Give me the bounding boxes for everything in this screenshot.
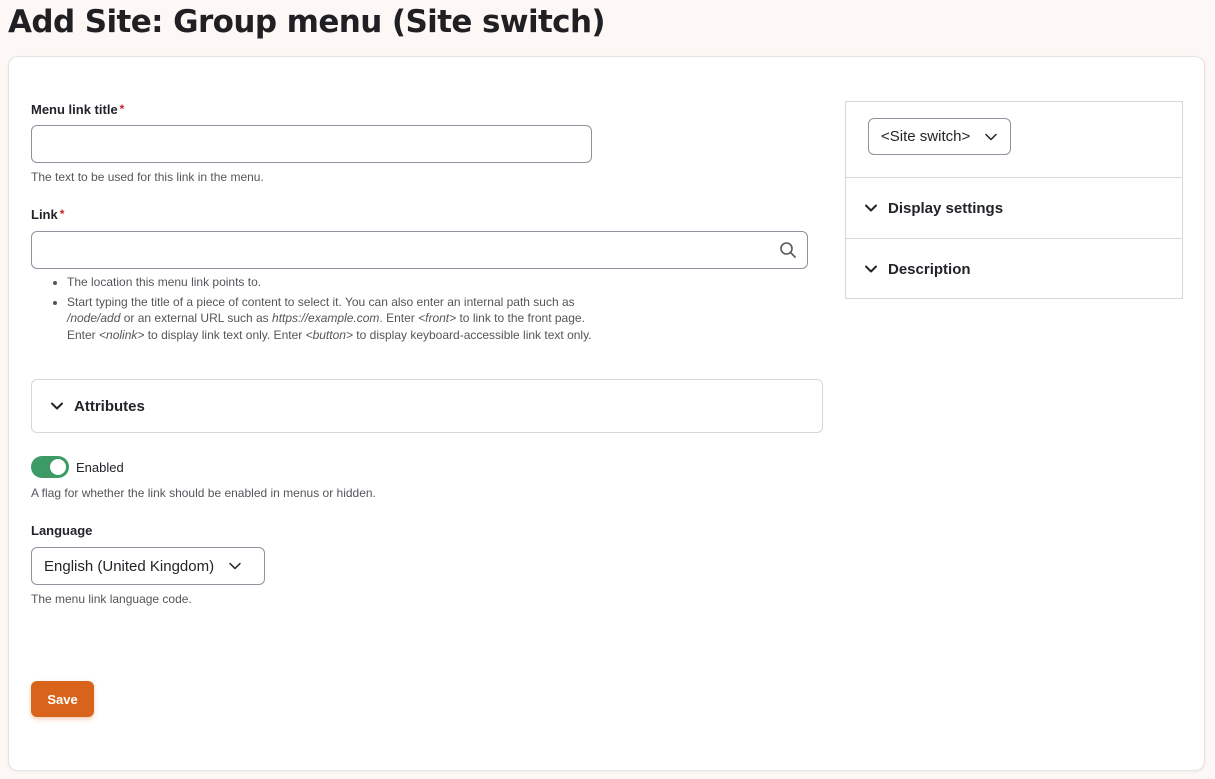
display-settings-summary[interactable]: Display settings [864, 178, 1003, 238]
chevron-down-icon [51, 402, 63, 410]
parent-menu-select[interactable]: <Site switch> [868, 118, 1012, 155]
chevron-down-icon [985, 133, 997, 140]
attributes-details[interactable]: Attributes [31, 379, 823, 433]
language-select[interactable]: English (United Kingdom) [31, 547, 265, 585]
link-description-item: Start typing the title of a piece of con… [67, 294, 609, 344]
desc-text: . Enter [379, 311, 419, 325]
menu-link-title-label-text: Menu link title [31, 102, 118, 117]
required-mark: * [119, 102, 125, 116]
search-icon[interactable] [779, 241, 797, 259]
toggle-knob [50, 459, 66, 475]
sidebar: <Site switch> Display settings Descripti… [845, 101, 1183, 299]
attributes-summary[interactable]: Attributes [50, 380, 145, 432]
parent-select-section: <Site switch> [846, 102, 1182, 178]
language-description: The menu link language code. [31, 592, 192, 606]
display-settings-label: Display settings [888, 199, 1004, 217]
desc-text: or an external URL such as [120, 311, 273, 325]
description-summary[interactable]: Description [864, 239, 971, 299]
desc-text: to display keyboard-accessible link text… [352, 327, 592, 342]
enabled-description: A flag for whether the link should be en… [31, 486, 376, 500]
attributes-label: Attributes [74, 397, 145, 415]
link-description: The location this menu link points to. S… [49, 274, 609, 346]
enabled-label: Enabled [76, 460, 124, 475]
language-selected-value: English (United Kingdom) [44, 557, 215, 575]
link-label-text: Link [31, 207, 58, 222]
link-description-list: The location this menu link points to. S… [49, 274, 609, 343]
description-label: Description [888, 260, 971, 278]
desc-text: Start typing the title of a piece of con… [67, 294, 575, 309]
link-description-item: The location this menu link points to. [67, 274, 609, 291]
required-mark: * [59, 207, 65, 221]
desc-emphasis: <front> [418, 311, 457, 325]
chevron-down-icon [865, 204, 877, 212]
menu-link-title-label: Menu link title * [31, 102, 124, 117]
parent-menu-selected-value: <Site switch> [881, 128, 971, 145]
menu-link-title-input[interactable] [31, 125, 592, 163]
desc-emphasis: /node/add [67, 311, 121, 325]
desc-text: to display link text only. Enter [144, 327, 306, 342]
language-label: Language [31, 523, 93, 538]
page-title: Add Site: Group menu (Site switch) [8, 4, 606, 40]
save-button[interactable]: Save [31, 681, 94, 717]
desc-emphasis: https://example.com [272, 311, 380, 325]
menu-link-title-description: The text to be used for this link in the… [31, 170, 264, 184]
link-label: Link * [31, 207, 64, 222]
link-input[interactable] [31, 231, 808, 269]
desc-emphasis: <button> [305, 327, 353, 342]
enabled-toggle[interactable] [31, 456, 69, 478]
chevron-down-icon [865, 265, 877, 273]
display-settings-details[interactable]: Display settings [846, 178, 1182, 239]
chevron-down-icon [229, 562, 241, 570]
form-card: Menu link title * The text to be used for… [8, 56, 1205, 771]
desc-emphasis: <nolink> [99, 327, 145, 342]
description-details[interactable]: Description [846, 239, 1182, 299]
